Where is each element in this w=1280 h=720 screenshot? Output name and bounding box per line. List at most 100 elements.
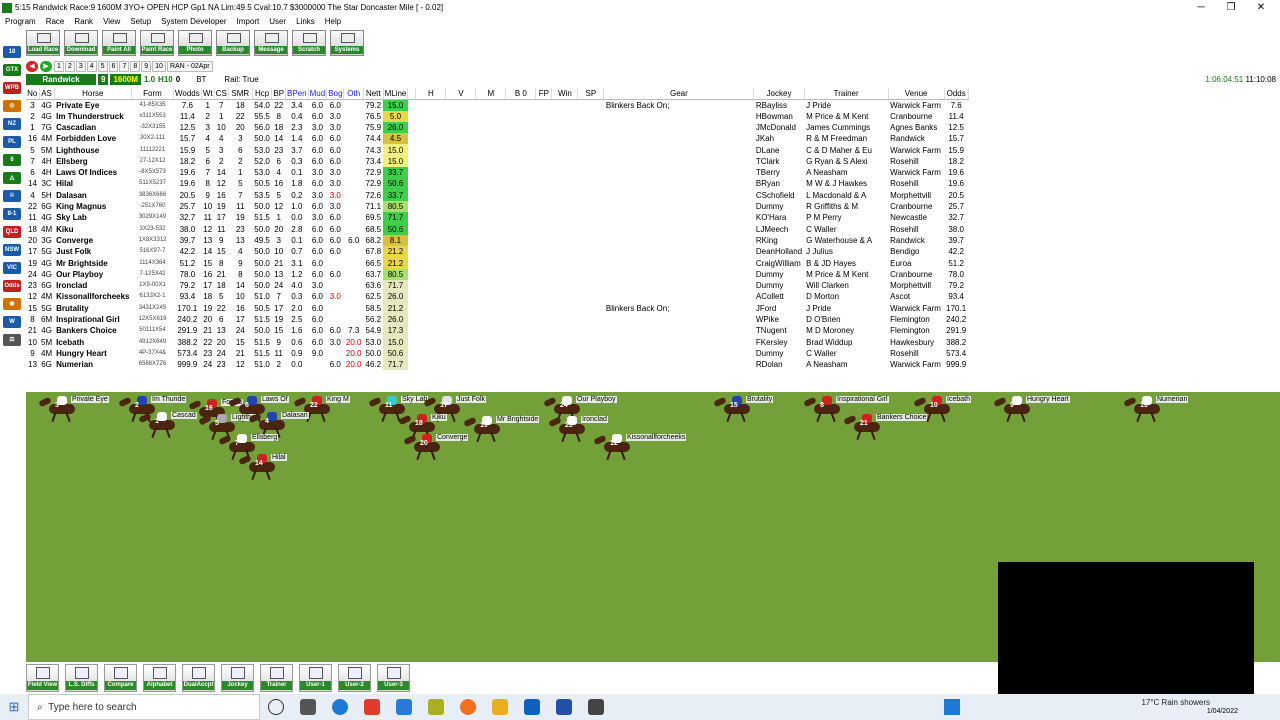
acrobat-icon[interactable] [364, 699, 380, 715]
table-row[interactable]: 10 5M Icebath 4912X649 388.2 22 20 15 51.5 9 0.6 6.… [26, 336, 968, 348]
app-icon-taskbar[interactable] [588, 699, 604, 715]
close-button[interactable]: ✕ [1246, 0, 1276, 15]
menu-item[interactable]: Rank [69, 17, 98, 26]
table-row[interactable]: 14 3C Hilal 511X5237 19.6 8 12 5 50.5 16 1.8 6.0 3.0… [26, 178, 968, 190]
minimize-button[interactable]: ─ [1186, 0, 1216, 15]
toolbar-button[interactable]: Paint Race [140, 30, 174, 56]
race-tab[interactable]: 10 [152, 60, 166, 72]
column-header[interactable]: Venue [888, 88, 945, 100]
column-header[interactable]: No [26, 88, 40, 100]
column-header[interactable]: Jockey [753, 88, 805, 100]
toolbar-button[interactable]: Scratch [292, 30, 326, 56]
race-tab[interactable]: 4 [86, 60, 97, 72]
column-header[interactable]: Gear [603, 88, 755, 100]
column-header[interactable]: Trainer [804, 88, 889, 100]
windows-start-icon[interactable]: ⊞ [0, 699, 28, 715]
toolbar-button[interactable]: Paint All [102, 30, 136, 56]
table-row[interactable]: 2 4G Im Thunderstruck x311X553 11.4 2 1 22 55.5 8… [26, 110, 968, 122]
cortana-icon[interactable] [268, 699, 284, 715]
table-row[interactable]: 19 4G Mr Brightside 1114X364 51.2 15 8 9 50.0 21 3… [26, 257, 968, 269]
toolbar-button[interactable]: Load Race [26, 30, 60, 56]
left-nav-icon[interactable]: VIC [3, 262, 21, 274]
table-row[interactable]: 18 4M Kiku 3X23-532 38.0 12 11 23 50.0 20 2.8 6.0 6.… [26, 223, 968, 235]
lightshot-tray-icon[interactable] [944, 699, 960, 715]
left-nav-icon[interactable]: WPB [3, 82, 21, 94]
left-nav-icon[interactable]: NSW [3, 244, 21, 256]
column-header[interactable]: BP [271, 88, 287, 100]
word-icon[interactable] [556, 699, 572, 715]
column-header[interactable]: Hcp [252, 88, 273, 100]
race-tab[interactable]: RAN - 02Apr [166, 60, 213, 72]
column-header[interactable]: SP [577, 88, 605, 100]
left-nav-icon[interactable]: Odds [3, 280, 21, 292]
firefox-icon[interactable] [460, 699, 476, 715]
left-nav-icon[interactable]: ◬ [3, 172, 21, 184]
left-nav-icon[interactable]: 8-1 [3, 208, 21, 220]
column-header[interactable]: SMR [228, 88, 253, 100]
left-nav-icon[interactable]: © [3, 190, 21, 202]
left-nav-icon[interactable]: 18 [3, 46, 21, 58]
table-row[interactable]: 13 6G Numerian 6568X7Z6 999.9 24 23 12 51.0 2 0.0 6… [26, 359, 968, 371]
table-row[interactable]: 17 5G Just Folk 516X97-7 42.2 14 15 4 50.0 10 0.7 6… [26, 246, 968, 258]
left-nav-icon[interactable]: GTX [3, 64, 21, 76]
table-row[interactable]: 15 5G Brutality 3431X245 170.1 19 22 16 50.5 17 2.… [26, 302, 968, 314]
bottom-toolbar-button[interactable]: Compare [104, 664, 137, 692]
left-nav-icon[interactable]: NZ [3, 118, 21, 130]
table-row[interactable]: 3 4G Private Eye 41-85X35 7.6 1 7 18 54.0 22 3.4 6.… [26, 99, 968, 111]
column-header[interactable]: Horse [54, 88, 133, 100]
column-header[interactable]: Wt [201, 88, 215, 100]
table-row[interactable]: 12 4M Kissonallforcheeks 6133X2-1 93.4 18 5 10 5… [26, 291, 968, 303]
left-nav-icon[interactable]: 6 [3, 154, 21, 166]
column-header[interactable]: Odds [944, 88, 969, 100]
table-row[interactable]: 20 3G Converge 1X8X3312 39.7 13 9 13 49.5 3 0.1 6.0… [26, 234, 968, 247]
menu-item[interactable]: Links [291, 17, 320, 26]
table-row[interactable]: 11 4G Sky Lab 3029X149 32.7 11 17 19 51.5 1 0.0 3.0… [26, 212, 968, 224]
bottom-toolbar-button[interactable]: DualAccpt [182, 664, 215, 692]
race-tab[interactable]: 7 [119, 60, 130, 72]
race-tab[interactable]: 1 [54, 60, 64, 72]
outlook-icon[interactable] [524, 699, 540, 715]
column-header[interactable]: Wodds [173, 88, 202, 100]
table-row[interactable]: 6 4H Laws Of Indices -8X5X573 19.6 7 14 1 53.0 4 0… [26, 166, 968, 179]
bottom-toolbar-button[interactable]: Trainer [260, 664, 293, 692]
column-header[interactable]: AS [39, 88, 55, 100]
toolbar-button[interactable]: Photo [178, 30, 212, 56]
menu-item[interactable]: User [264, 17, 291, 26]
menu-item[interactable]: Import [232, 17, 265, 26]
toolbar-button[interactable]: Systems [330, 30, 364, 56]
menu-item[interactable]: Help [320, 17, 346, 26]
table-row[interactable]: 8 6M Inspirational Girl 12X5X616 240.2 20 6 17 5… [26, 313, 968, 326]
column-header[interactable]: BPen [285, 88, 309, 100]
menu-item[interactable]: System Developer [156, 17, 231, 26]
column-header[interactable]: Win [551, 88, 579, 100]
task-view-icon[interactable] [300, 699, 316, 715]
prev-race-icon[interactable]: ◀ [26, 60, 38, 72]
next-race-icon[interactable]: ▶ [40, 60, 52, 72]
gtx-icon[interactable] [428, 699, 444, 715]
race-tab[interactable]: 9 [141, 60, 152, 72]
race-tab[interactable]: 2 [64, 60, 75, 72]
toolbar-button[interactable]: Backup [216, 30, 250, 56]
table-row[interactable]: 16 4M Forbidden Love 30X2-111 15.7 4 4 3 50.0 14 1… [26, 133, 968, 145]
lightshot-icon[interactable] [396, 699, 412, 715]
table-row[interactable]: 22 6G King Magnus -251X760 25.7 10 19 11 50.0 12 1… [26, 200, 968, 213]
table-row[interactable]: 7 4H Ellsberg 27-12X12 18.2 6 2 2 52.0 6 0.3 6.0 6.0… [26, 155, 968, 167]
column-header[interactable]: MLine [383, 88, 409, 100]
column-header[interactable]: H [415, 88, 447, 100]
left-nav-icon[interactable]: PL [3, 136, 21, 148]
column-header[interactable]: B 0 [505, 88, 537, 100]
column-header[interactable]: Mud [308, 88, 328, 100]
bottom-toolbar-button[interactable]: User-2 [338, 664, 371, 692]
bottom-toolbar-button[interactable]: Field View [26, 664, 59, 692]
left-nav-icon[interactable]: ◉ [3, 298, 21, 310]
column-header[interactable]: Nett [363, 88, 384, 100]
table-row[interactable]: 4 5H Dalasan 3836X666 20.5 9 16 7 53.5 5 0.2 3.0 3.0… [26, 189, 968, 201]
column-header[interactable]: Oth [343, 88, 364, 100]
column-header[interactable]: V [445, 88, 477, 100]
left-nav-icon[interactable]: QLD [3, 226, 21, 238]
column-header[interactable]: Bog [326, 88, 345, 100]
restore-button[interactable]: ❐ [1216, 0, 1246, 15]
column-header[interactable] [407, 88, 417, 100]
left-nav-icon[interactable]: ◎ [3, 100, 21, 112]
menu-item[interactable]: View [98, 17, 125, 26]
